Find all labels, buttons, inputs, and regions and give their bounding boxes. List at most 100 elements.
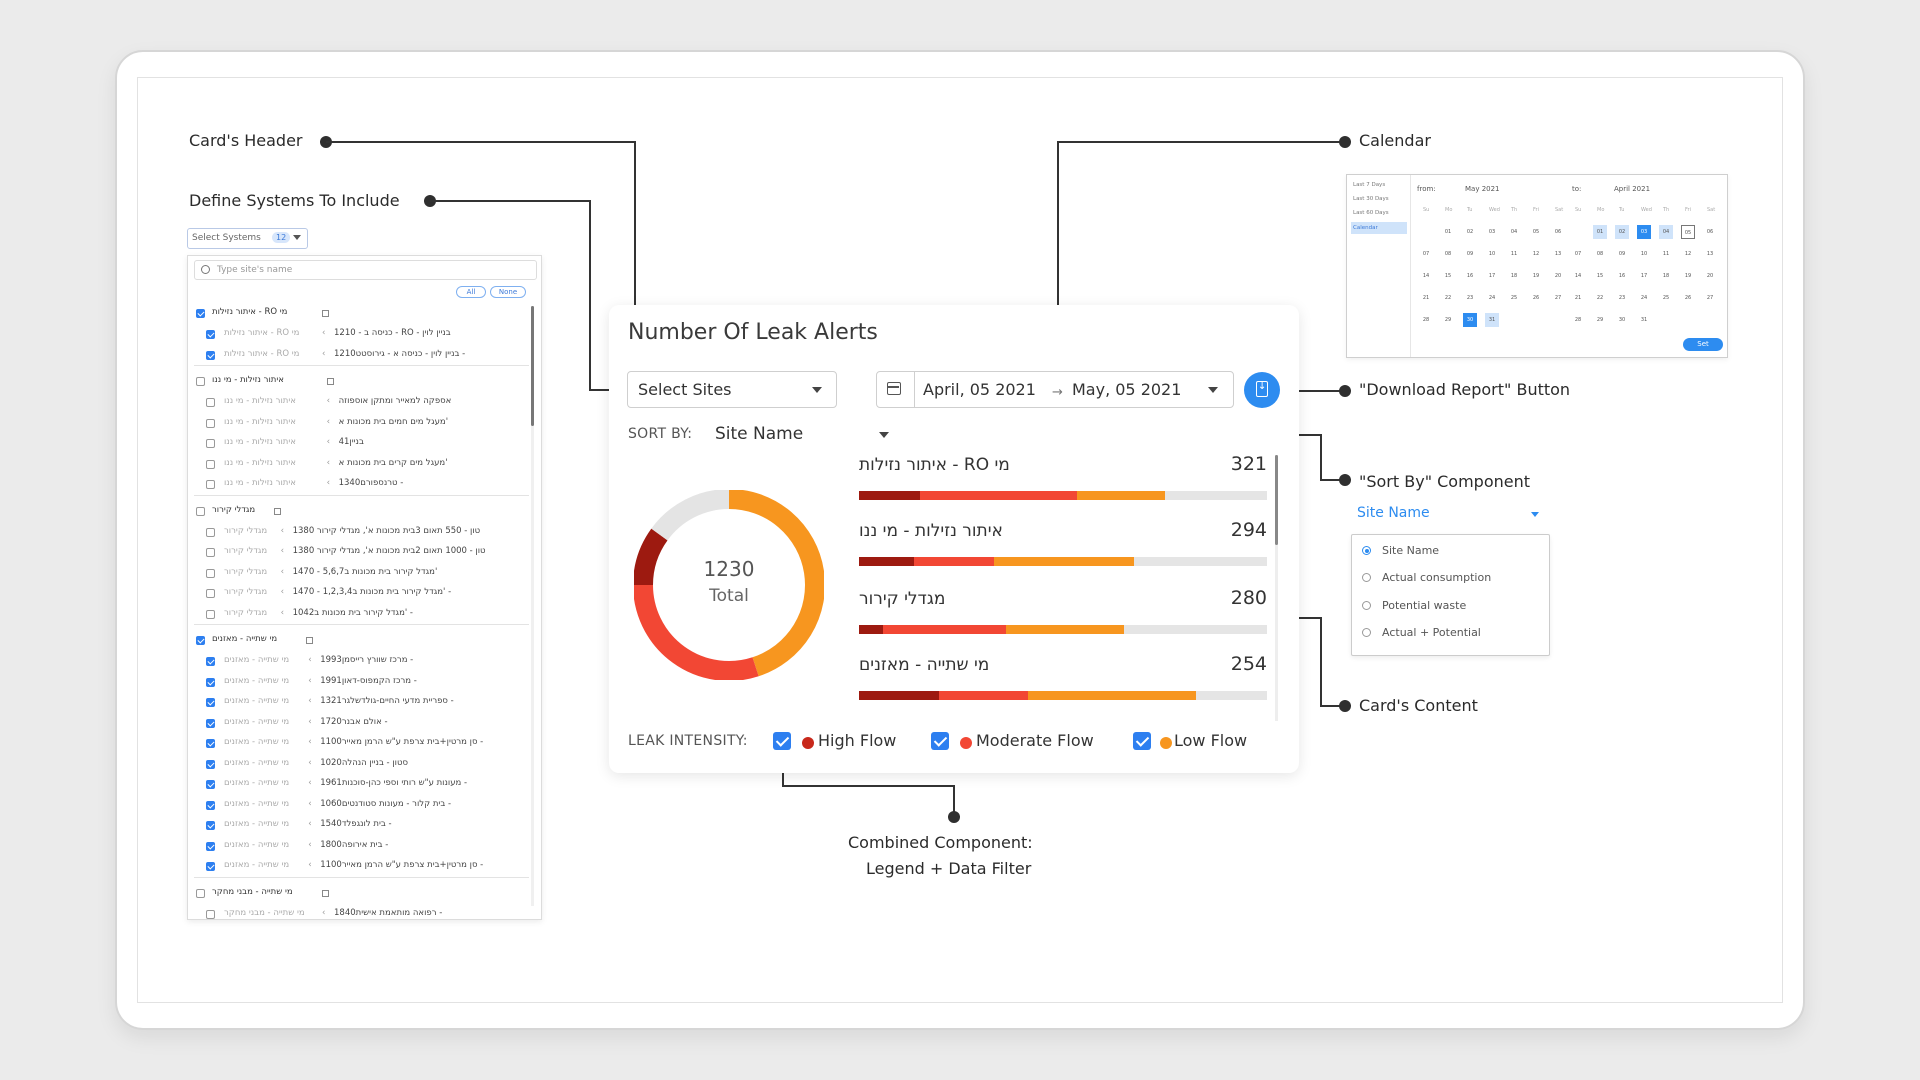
- checkbox[interactable]: [196, 636, 205, 645]
- calendar-day[interactable]: 09: [1615, 247, 1629, 261]
- checkbox[interactable]: [206, 718, 215, 728]
- scrollbar-thumb[interactable]: [531, 306, 534, 426]
- calendar-day[interactable]: 18: [1659, 269, 1673, 283]
- date-range-picker[interactable]: April, 05 2021 → May, 05 2021: [876, 371, 1234, 408]
- checkbox[interactable]: [206, 821, 215, 830]
- calendar-day[interactable]: 05: [1681, 225, 1695, 239]
- calendar-set-button[interactable]: Set: [1683, 338, 1723, 351]
- system-item-row[interactable]: מי שתייה - מאזנים ‹ 1100סן מרטין+בית צרפת …: [188, 737, 528, 751]
- system-item-row[interactable]: איתור נזילות - RO מי ‹ בניין לוין - כניסה …: [188, 349, 528, 363]
- calendar-day[interactable]: 31: [1637, 313, 1651, 327]
- system-item-row[interactable]: איתור נזילות - מי ננו ‹ בניין41: [188, 437, 528, 451]
- preset-calendar[interactable]: Calendar: [1351, 222, 1407, 234]
- calendar-day[interactable]: 22: [1441, 291, 1455, 305]
- checkbox[interactable]: [196, 309, 205, 318]
- checkbox[interactable]: [206, 459, 215, 469]
- checkbox[interactable]: [196, 506, 205, 516]
- checkbox[interactable]: [206, 862, 215, 871]
- systems-scrollbar[interactable]: [531, 306, 534, 906]
- system-item-row[interactable]: מי שתייה - מאזנים ‹ 1020סטון - בניין הנהלה: [188, 758, 528, 772]
- checkbox[interactable]: [206, 657, 215, 666]
- radio-icon[interactable]: [1362, 628, 1371, 637]
- calendar-day[interactable]: 07: [1571, 247, 1585, 261]
- bars-scrollbar[interactable]: [1275, 455, 1278, 721]
- checkbox[interactable]: [206, 759, 215, 769]
- calendar-day[interactable]: 16: [1463, 269, 1477, 283]
- scrollbar-thumb[interactable]: [1275, 455, 1278, 545]
- calendar-day[interactable]: 29: [1441, 313, 1455, 327]
- chevron-down-icon[interactable]: [1531, 512, 1539, 517]
- system-group-row[interactable]: מי שתייה - מבני מחקר: [188, 887, 528, 901]
- calendar-day[interactable]: 28: [1571, 313, 1585, 327]
- calendar-day[interactable]: 21: [1419, 291, 1433, 305]
- calendar-day[interactable]: 15: [1593, 269, 1607, 283]
- system-item-row[interactable]: מי שתייה - מאזנים ‹ 1720אולם אבנר -: [188, 717, 528, 731]
- calendar-day[interactable]: 31: [1485, 313, 1499, 327]
- calendar-day[interactable]: 27: [1551, 291, 1565, 305]
- site-search-input[interactable]: Type site's name: [194, 260, 537, 280]
- calendar-day[interactable]: 23: [1463, 291, 1477, 305]
- checkbox[interactable]: [206, 548, 215, 557]
- calendar-day[interactable]: 17: [1637, 269, 1651, 283]
- system-item-row[interactable]: מי שתייה - מאזנים ‹ 1321ספריית מדעי החיים-…: [188, 696, 528, 710]
- calendar-day[interactable]: 25: [1659, 291, 1673, 305]
- calendar-day[interactable]: 01: [1593, 225, 1607, 239]
- calendar-day[interactable]: 22: [1593, 291, 1607, 305]
- download-report-button[interactable]: [1244, 372, 1280, 408]
- system-item-row[interactable]: מי שתייה - מאזנים ‹ 1800בית אירופה -: [188, 840, 528, 854]
- calendar-day[interactable]: 14: [1419, 269, 1433, 283]
- calendar-day[interactable]: 16: [1615, 269, 1629, 283]
- calendar-day[interactable]: 10: [1485, 247, 1499, 261]
- system-item-row[interactable]: איתור נזילות - RO מי ‹ כניסה ב - 1210 - RO…: [188, 328, 528, 342]
- calendar-day[interactable]: 06: [1551, 225, 1565, 239]
- calendar-day[interactable]: 21: [1571, 291, 1585, 305]
- system-item-row[interactable]: מי שתייה - מאזנים ‹ 1991מרכז הקמפוס-דאון -: [188, 676, 528, 690]
- checkbox-low-flow[interactable]: [1133, 732, 1151, 750]
- checkbox[interactable]: [206, 350, 215, 360]
- date-from[interactable]: April, 05 2021: [923, 380, 1036, 399]
- calendar-day[interactable]: 25: [1507, 291, 1521, 305]
- calendar-day[interactable]: 12: [1529, 247, 1543, 261]
- radio-icon[interactable]: [1362, 546, 1371, 555]
- calendar-day[interactable]: 11: [1659, 247, 1673, 261]
- calendar-day[interactable]: 13: [1703, 247, 1717, 261]
- system-item-row[interactable]: מגדלי קירור ‹ טון - 1000 תאום 2בית מכונות …: [188, 546, 528, 560]
- calendar-day[interactable]: 17: [1485, 269, 1499, 283]
- calendar-day[interactable]: 28: [1419, 313, 1433, 327]
- calendar-day[interactable]: 02: [1615, 225, 1629, 239]
- checkbox[interactable]: [206, 677, 215, 687]
- calendar-day[interactable]: 01: [1441, 225, 1455, 239]
- checkbox[interactable]: [206, 841, 215, 851]
- select-sites-dropdown[interactable]: Select Sites: [627, 371, 837, 408]
- select-systems-dropdown[interactable]: Select Systems 12: [187, 228, 308, 249]
- system-item-row[interactable]: מי שתייה - מאזנים ‹ 1060בית קלור - מעונות …: [188, 799, 528, 813]
- checkbox[interactable]: [206, 568, 215, 578]
- system-item-row[interactable]: מי שתייה - מבני מחקר ‹ 1840רפואה מותאמת אי…: [188, 908, 528, 920]
- system-group-row[interactable]: מגדלי קירור: [188, 505, 528, 519]
- preset-last-30[interactable]: Last 30 Days: [1353, 196, 1389, 202]
- calendar-day[interactable]: 10: [1637, 247, 1651, 261]
- checkbox-moderate-flow[interactable]: [931, 732, 949, 750]
- from-month[interactable]: May 2021: [1465, 185, 1500, 193]
- checkbox[interactable]: [196, 377, 205, 386]
- checkbox[interactable]: [206, 909, 215, 919]
- calendar-day[interactable]: 12: [1681, 247, 1695, 261]
- calendar-day[interactable]: 19: [1529, 269, 1543, 283]
- system-item-row[interactable]: מגדלי קירור ‹ 1042מגדל קירור בית מכונות ב'…: [188, 608, 528, 622]
- checkbox[interactable]: [206, 780, 215, 789]
- sortby-demo-value[interactable]: Site Name: [1357, 505, 1430, 521]
- preset-last-60[interactable]: Last 60 Days: [1353, 210, 1389, 216]
- calendar-day[interactable]: 30: [1463, 313, 1477, 327]
- calendar-day[interactable]: 03: [1485, 225, 1499, 239]
- calendar-day[interactable]: 14: [1571, 269, 1585, 283]
- select-all-button[interactable]: All: [456, 286, 486, 298]
- checkbox[interactable]: [196, 888, 205, 898]
- system-item-row[interactable]: איתור נזילות - מי ננו ‹ 1340טרנספורם -: [188, 478, 528, 492]
- calendar-day[interactable]: 26: [1529, 291, 1543, 305]
- system-item-row[interactable]: מי שתייה - מאזנים ‹ 1993מרכז שוורץ רייסמן …: [188, 655, 528, 669]
- checkbox[interactable]: [206, 527, 215, 537]
- checkbox[interactable]: [206, 418, 215, 428]
- system-item-row[interactable]: איתור נזילות - מי ננו ‹ אספקה למאייר ומתקן…: [188, 396, 528, 410]
- checkbox[interactable]: [206, 480, 215, 489]
- calendar-day[interactable]: 15: [1441, 269, 1455, 283]
